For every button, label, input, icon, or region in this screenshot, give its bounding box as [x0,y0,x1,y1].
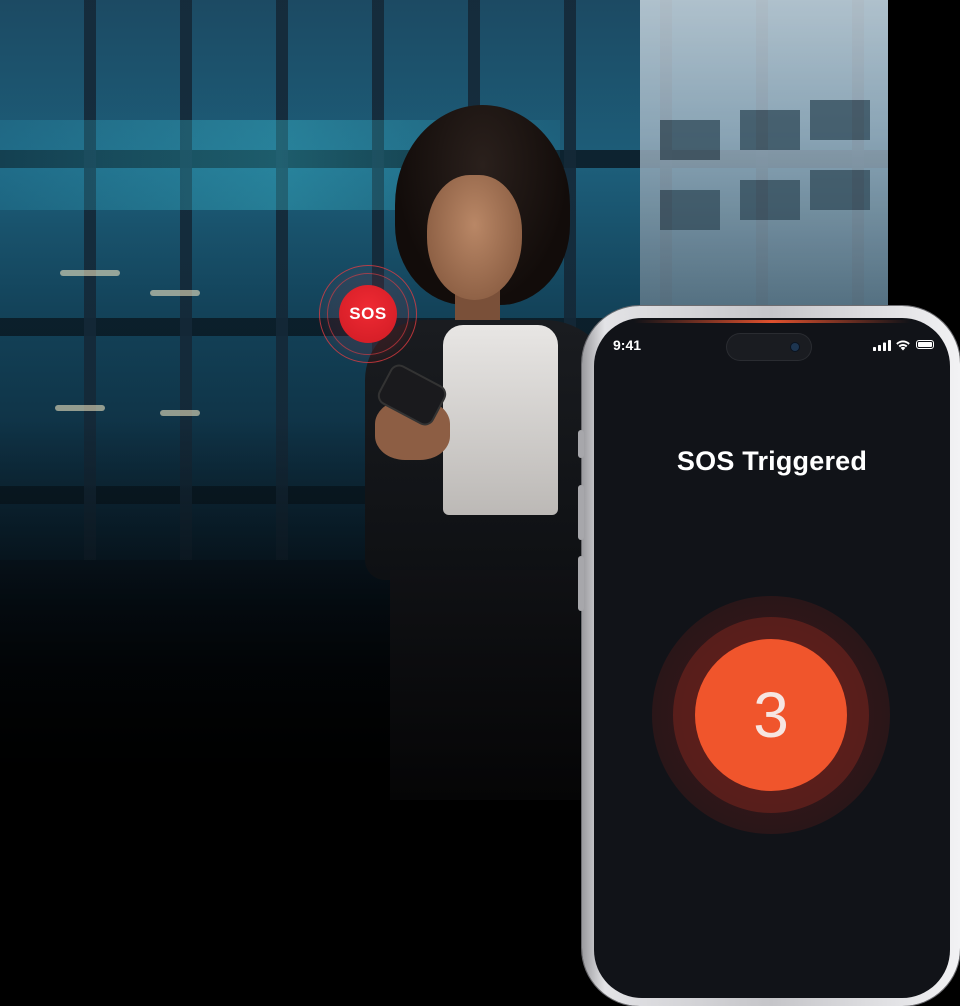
woman-figure [355,100,615,800]
status-bar: 9:41 [594,318,950,370]
battery-icon [916,340,934,349]
phone-screen: 9:41 SOS Triggered 3 [594,318,950,998]
sos-badge-label: SOS [339,285,397,343]
signal-icon [873,340,891,351]
ceiling-light [55,405,105,411]
wifi-icon [896,340,910,351]
dynamic-island [727,334,811,360]
countdown-value: 3 [695,639,847,791]
ceiling-light [150,290,200,296]
ceiling-light [160,410,200,416]
volume-down-button [578,556,584,611]
ceiling-light [60,270,120,276]
screen-title: SOS Triggered [676,446,868,476]
side-button [578,430,584,458]
status-time: 9:41 [613,337,642,353]
camera-icon [791,343,799,351]
distant-building [640,0,888,320]
volume-up-button [578,485,584,540]
countdown-indicator[interactable]: 3 [652,596,890,834]
sos-badge: SOS [318,264,418,364]
